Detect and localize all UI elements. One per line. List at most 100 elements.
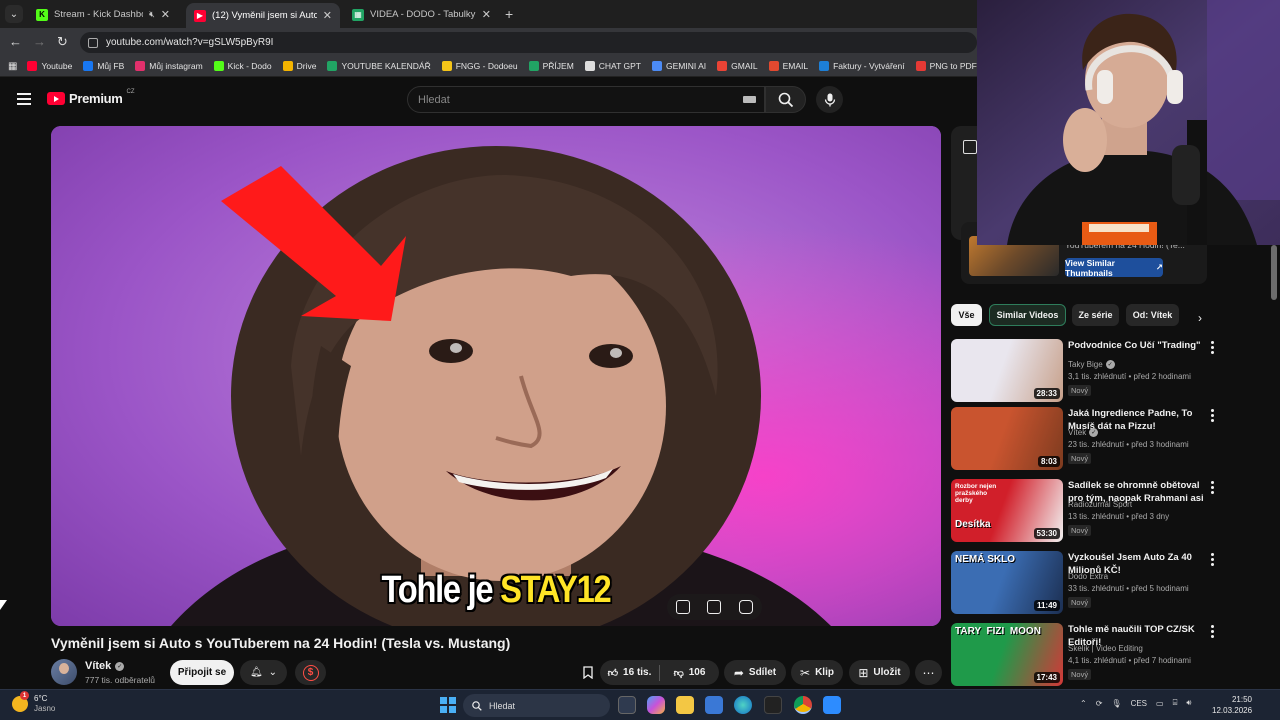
edge-icon[interactable] — [734, 696, 752, 714]
save-button[interactable]: ⊞ Uložit — [849, 660, 910, 685]
bookmark-item[interactable]: Kick - Dodo — [213, 61, 272, 71]
bookmark-label: Můj instagram — [149, 61, 203, 71]
mic-tray-icon[interactable]: 🎙︎ — [1111, 699, 1121, 708]
tab-youtube-video[interactable]: ▶ (12) Vyměnil jsem si Auto s You ✕ — [186, 3, 340, 28]
sync-icon[interactable]: ⟳ — [1096, 699, 1103, 708]
view-similar-thumbnails-button[interactable]: View Similar Thumbnails ↗ — [1065, 258, 1163, 278]
language-indicator[interactable]: CES — [1131, 699, 1147, 708]
chip-series[interactable]: Ze série — [1072, 304, 1119, 326]
like-button[interactable]: 👍︎ 16 tis. — [600, 660, 659, 685]
clip-button[interactable]: ✂ Klip — [791, 660, 843, 685]
app-icon[interactable] — [823, 696, 841, 714]
tab-kick-dashboard[interactable]: K Stream - Kick Dashboard 🔇︎ ✕ — [28, 3, 178, 26]
more-vertical-icon[interactable] — [1209, 341, 1215, 354]
bookmark-item[interactable]: Youtube — [27, 61, 72, 71]
dislike-button[interactable]: 👎︎ 106 — [660, 660, 719, 685]
bookmark-item[interactable]: FNGG - Dodoeu — [441, 61, 518, 71]
bookmark-item[interactable]: YOUTUBE KALENDÁŘ — [327, 61, 431, 71]
video-thumbnail[interactable]: TARY FIZI MOON 17:43 — [951, 623, 1063, 686]
chip-from-channel[interactable]: Od: Vítek — [1126, 304, 1179, 326]
recommended-video[interactable]: TARY FIZI MOON 17:43 Tohle mě naučili TOP … — [951, 623, 1221, 687]
recommended-video[interactable]: Rozbor nejen pražského derby Desítka 53:30… — [951, 479, 1221, 543]
weather-widget[interactable]: 1 6°C Jasno — [12, 691, 55, 714]
bookmark-item[interactable]: PNG to PDF — [915, 61, 977, 71]
chevron-up-icon[interactable]: ⌃ — [1080, 699, 1087, 708]
file-explorer-icon[interactable] — [676, 696, 694, 714]
channel-avatar[interactable] — [51, 659, 77, 685]
copilot-icon[interactable] — [647, 696, 665, 714]
page-scrollbar[interactable] — [1271, 245, 1277, 300]
notification-bell-button[interactable]: 🔔︎ ⌄ — [240, 660, 287, 685]
network-icon[interactable]: ⌸ — [1173, 698, 1178, 708]
recommended-channel-row[interactable]: Vítek ✓ — [1068, 428, 1099, 437]
share-button[interactable]: ➦ Sdílet — [724, 660, 786, 685]
bookmark-item[interactable]: Můj FB — [83, 61, 124, 71]
search-input[interactable]: Hledat — [407, 86, 765, 113]
video-thumbnail[interactable]: Rozbor nejen pražského derby Desítka 53:30 — [951, 479, 1063, 542]
bookmark-item[interactable]: GMAIL — [717, 61, 758, 71]
muted-icon[interactable]: 🔇︎ — [149, 9, 155, 20]
display-icon[interactable]: ▭ — [1156, 699, 1164, 708]
bookmark-item[interactable]: EMAIL — [768, 61, 808, 71]
close-tab-icon[interactable]: ✕ — [482, 8, 491, 21]
menu-icon[interactable] — [17, 93, 31, 105]
bookmark-item[interactable]: Faktury - Vytváření — [819, 61, 905, 71]
chip-similar-videos[interactable]: Similar Videos — [989, 304, 1066, 326]
apps-grid-icon[interactable]: ▦ — [8, 61, 17, 72]
search-button[interactable] — [765, 86, 806, 113]
bookmark-item[interactable]: PŘÍJEM — [528, 61, 574, 71]
bookmark-item[interactable]: Můj instagram — [135, 61, 203, 71]
thanks-button[interactable]: $ — [295, 660, 326, 685]
recommended-channel-row[interactable]: Radiožurnál Sport — [1068, 500, 1132, 509]
recommended-channel-row[interactable]: Taky Bige ✓ — [1068, 360, 1115, 369]
tab-google-sheets[interactable]: ▦ VIDEA - DODO - Tabulky Googl ✕ — [344, 3, 499, 26]
back-icon[interactable]: ← — [9, 34, 22, 49]
address-bar[interactable]: youtube.com/watch?v=gSLW5pByR9I — [80, 32, 977, 53]
clock[interactable]: 21:50 12.03.2026 — [1212, 694, 1252, 716]
recommended-channel-row[interactable]: Skelik | Video Editing — [1068, 644, 1143, 653]
tab-search-button[interactable]: ⌄ — [5, 5, 23, 23]
terminal-icon[interactable] — [764, 696, 782, 714]
reload-icon[interactable]: ↻ — [57, 34, 68, 50]
chip-all[interactable]: Vše — [951, 304, 982, 326]
image-icon[interactable] — [675, 600, 690, 614]
task-view-icon[interactable] — [618, 696, 636, 714]
screenshot-icon[interactable] — [739, 600, 754, 614]
more-vertical-icon[interactable] — [1209, 409, 1215, 422]
site-info-icon[interactable] — [88, 37, 98, 48]
recommended-video[interactable]: NEMÁ SKLO 11:49 Vyzkoušel Jsem Auto Za 40 … — [951, 551, 1221, 615]
more-actions-button[interactable]: ⋯ — [915, 660, 942, 685]
windows-start-icon[interactable] — [440, 697, 456, 713]
transcript-icon[interactable] — [707, 600, 722, 614]
more-vertical-icon[interactable] — [1209, 625, 1215, 638]
recommended-channel-row[interactable]: Dodo Extra — [1068, 572, 1108, 581]
keyboard-icon[interactable] — [743, 96, 756, 103]
more-vertical-icon[interactable] — [1209, 553, 1215, 566]
video-player[interactable]: Tohle je STAY12 — [51, 126, 941, 626]
store-icon[interactable] — [705, 696, 723, 714]
chevron-right-icon[interactable]: › — [1198, 311, 1202, 325]
video-thumbnail[interactable]: 28:33 — [951, 339, 1063, 402]
more-vertical-icon[interactable] — [1209, 481, 1215, 494]
bookmark-item[interactable]: CHAT GPT — [584, 61, 641, 71]
video-thumbnail[interactable]: NEMÁ SKLO 11:49 — [951, 551, 1063, 614]
taskbar-search[interactable]: Hledat — [463, 694, 610, 717]
youtube-premium-logo[interactable]: Premium CZ — [47, 89, 135, 106]
bookmark-button[interactable] — [577, 660, 598, 685]
voice-search-button[interactable] — [816, 86, 843, 113]
close-tab-icon[interactable]: ✕ — [161, 8, 170, 21]
recommended-video[interactable]: 28:33 Podvodnice Co Učí "Trading" Taky Big… — [951, 339, 1221, 403]
video-thumbnail[interactable]: 8:03 — [951, 407, 1063, 470]
volume-icon[interactable]: 🔊︎ — [1186, 698, 1191, 708]
recommended-title[interactable]: Podvodnice Co Učí "Trading" — [1068, 339, 1205, 352]
close-tab-icon[interactable]: ✕ — [323, 9, 332, 22]
new-tab-button[interactable]: + — [505, 6, 513, 22]
chrome-icon[interactable] — [794, 696, 812, 714]
forward-icon[interactable]: → — [33, 34, 46, 49]
recommended-video[interactable]: 8:03 Jaká Ingredience Padne, To Musíš dát… — [951, 407, 1221, 471]
channel-name-row[interactable]: Vítek ✓ — [85, 660, 125, 672]
bookmark-item[interactable]: Drive — [282, 61, 316, 71]
scissors-icon: ✂ — [800, 665, 811, 680]
join-button[interactable]: Připojit se — [170, 660, 234, 685]
bookmark-item[interactable]: GEMINI AI — [651, 61, 706, 71]
